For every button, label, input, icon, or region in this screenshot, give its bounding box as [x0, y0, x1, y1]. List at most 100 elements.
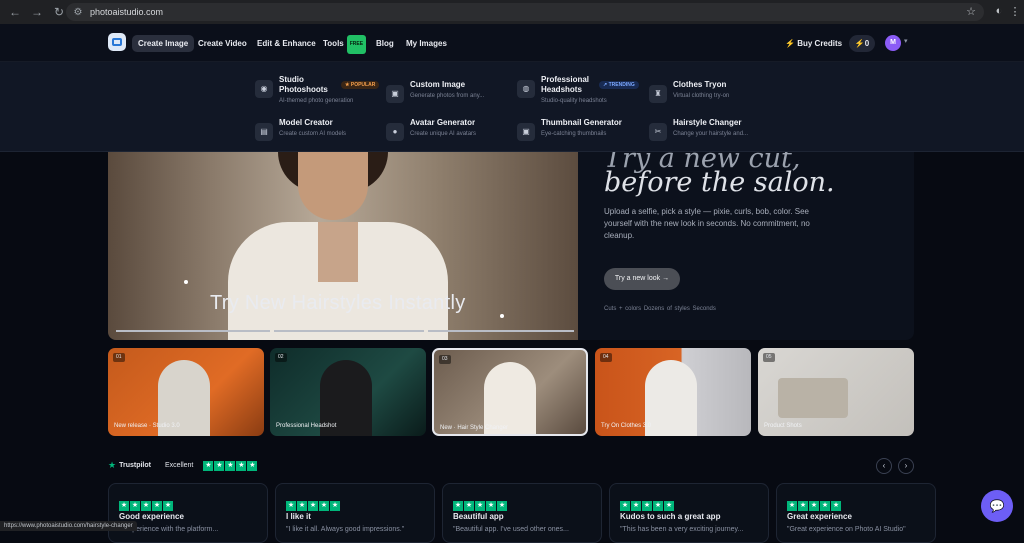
review-title: Beautiful app	[453, 512, 504, 521]
back-icon[interactable]: ←	[8, 5, 22, 19]
create-image-dropdown: ◉ Studio Photoshoots ★ POPULAR AI-themed…	[0, 62, 1024, 208]
nav-create-image[interactable]: Create Image	[132, 35, 195, 52]
review-stars: ★ ★ ★ ★ ★	[119, 501, 173, 511]
menu-item-thumbnail-generator[interactable]: ▣ Thumbnail Generator Eye-catching thumb…	[517, 118, 647, 150]
menu-item-title: Professional Headshots	[541, 75, 590, 94]
menu-item-clothes-tryon[interactable]: ♜ Clothes Tryon Virtual clothing try-on	[649, 80, 779, 112]
buy-credits-button[interactable]: ⚡ Buy Credits	[785, 35, 842, 52]
bolt-icon: ⚡	[785, 39, 795, 48]
feature-card[interactable]: 02 Professional Headshot	[270, 348, 426, 436]
menu-item-professional-headshots[interactable]: ◍ Professional Headshots ↗ TRENDING Stud…	[517, 75, 647, 107]
card-label: Product Shots	[764, 423, 802, 429]
trending-badge: ↗ TRENDING	[599, 81, 639, 89]
hero-image: Try New Hairstyles Instantly	[108, 152, 578, 340]
camera-icon: ◉	[255, 80, 273, 98]
card-label: New release · Studio 3.0	[114, 423, 180, 429]
card-number: 01	[113, 353, 125, 362]
avatar[interactable]: M	[885, 35, 901, 51]
menu-item-title: Clothes Tryon	[673, 80, 727, 89]
review-quote: "I like it all. Always good impressions.…	[286, 526, 405, 533]
address-bar[interactable]: ⚙ photoaistudio.com ☆	[66, 3, 984, 21]
menu-item-title: Studio Photoshoots	[279, 75, 328, 94]
menu-item-desc: Create custom AI models	[279, 131, 347, 137]
feature-card[interactable]: 01 New release · Studio 3.0	[108, 348, 264, 436]
image-icon: ▣	[517, 123, 535, 141]
menu-item-desc: Virtual clothing try-on	[673, 93, 730, 99]
site-logo[interactable]	[108, 33, 126, 51]
top-navbar: Create Image Create Video Edit & Enhance…	[0, 24, 1024, 62]
menu-item-avatar-generator[interactable]: ● Avatar Generator Create unique AI avat…	[386, 118, 516, 150]
trending-badge-label: TRENDING	[608, 82, 635, 88]
card-label: Try On Clothes 3.0	[601, 423, 652, 429]
credit-balance[interactable]: ⚡0	[849, 35, 875, 52]
menu-item-title: Thumbnail Generator	[541, 118, 622, 127]
extension-icon[interactable]: ◐	[992, 5, 1006, 19]
menu-item-studio-photoshoots[interactable]: ◉ Studio Photoshoots ★ POPULAR AI-themed…	[255, 75, 385, 107]
feature-card[interactable]: 05 Product Shots	[758, 348, 914, 436]
card-label: New · Hair Style Changer	[440, 425, 509, 431]
nav-edit-enhance[interactable]: Edit & Enhance	[257, 35, 316, 52]
menu-item-title: Avatar Generator	[410, 118, 476, 127]
hero-image-caption: Try New Hairstyles Instantly	[210, 292, 466, 314]
nav-tools[interactable]: Tools FREE	[323, 35, 367, 54]
caption-corner	[184, 280, 188, 284]
image-icon: ▣	[386, 85, 404, 103]
rating-star-icon: ★	[214, 460, 225, 471]
chevron-down-icon[interactable]: ▾	[904, 37, 908, 45]
try-new-look-button[interactable]: Try a new look →	[604, 268, 680, 290]
review-title: Great experience	[787, 512, 852, 521]
review-card: ★ ★ ★ ★ ★ I like it "I like it all. Always g…	[275, 483, 435, 543]
reload-icon[interactable]: ↻	[52, 5, 66, 19]
trustpilot-star-icon: ★	[108, 460, 117, 470]
hero-shirt	[318, 222, 358, 282]
review-quote: "Great experience on Photo AI Studio"	[787, 526, 906, 533]
review-stars: ★ ★ ★ ★ ★	[620, 501, 674, 511]
menu-item-title: Custom Image	[410, 80, 466, 89]
review-title: Kudos to such a great app	[620, 512, 721, 521]
review-title: I like it	[286, 512, 311, 521]
menu-item-custom-image[interactable]: ▣ Custom Image Generate photos from any.…	[386, 80, 516, 112]
progress-segment[interactable]	[116, 330, 270, 332]
address-url[interactable]: photoaistudio.com	[90, 7, 163, 17]
nav-tools-label: Tools	[323, 39, 344, 48]
browser-menu-icon[interactable]: ⋮	[1008, 5, 1022, 19]
review-card: ★ ★ ★ ★ ★ Beautiful app "Beautiful app. I've…	[442, 483, 602, 543]
card-number: 04	[600, 353, 612, 362]
bolt-icon: ⚡	[854, 39, 865, 48]
chat-widget-button[interactable]: 💬	[981, 490, 1013, 522]
nav-create-video[interactable]: Create Video	[198, 35, 247, 52]
menu-item-desc: AI-themed photo generation	[279, 98, 354, 104]
buy-credits-label: Buy Credits	[797, 39, 843, 48]
popular-badge: ★ POPULAR	[341, 81, 380, 89]
carousel-next-button[interactable]: ›	[898, 458, 914, 474]
progress-segment[interactable]	[274, 330, 424, 332]
trustpilot-bar: ★ Trustpilot Excellent ★ ★ ★ ★ ★	[108, 460, 258, 471]
feature-card-selected[interactable]: 03 New · Hair Style Changer	[432, 348, 588, 436]
nav-blog[interactable]: Blog	[376, 35, 394, 52]
hero-section: Try New Hairstyles Instantly Try a new c…	[108, 152, 914, 340]
hero-face	[298, 152, 368, 220]
progress-segment[interactable]	[428, 330, 574, 332]
menu-item-hairstyle-changer[interactable]: ✂ Hairstyle Changer Change your hairstyl…	[649, 118, 779, 150]
menu-item-title: Hairstyle Changer	[673, 118, 742, 127]
feature-card[interactable]: 04 Try On Clothes 3.0	[595, 348, 751, 436]
card-figure	[778, 378, 848, 418]
status-bar-url: https://www.photoaistudio.com/hairstyle-…	[0, 521, 137, 531]
review-card: ★ ★ ★ ★ ★ Kudos to such a great app "This ha…	[609, 483, 769, 543]
menu-item-model-creator[interactable]: ▤ Model Creator Create custom AI models	[255, 118, 385, 150]
person-icon: ◍	[517, 80, 535, 98]
review-quote: "This has been a very exciting journey..…	[620, 526, 744, 533]
review-title: Good experience	[119, 512, 184, 521]
review-card: ★ ★ ★ ★ ★ Good experience ...experience with…	[108, 483, 268, 543]
popular-badge-label: POPULAR	[350, 82, 376, 88]
carousel-prev-button[interactable]: ‹	[876, 458, 892, 474]
review-card: ★ ★ ★ ★ ★ Great experience "Great experience…	[776, 483, 936, 543]
rating-star-icon: ★	[236, 460, 247, 471]
site-info-icon[interactable]: ⚙	[70, 7, 86, 18]
forward-icon[interactable]: →	[30, 5, 44, 19]
card-number: 05	[763, 353, 775, 362]
nav-my-images[interactable]: My Images	[406, 35, 447, 52]
bookmark-star-icon[interactable]: ☆	[966, 5, 976, 18]
card-number: 03	[439, 355, 451, 364]
hero-tags: Cuts + colors Dozens of styles Seconds	[604, 306, 716, 312]
